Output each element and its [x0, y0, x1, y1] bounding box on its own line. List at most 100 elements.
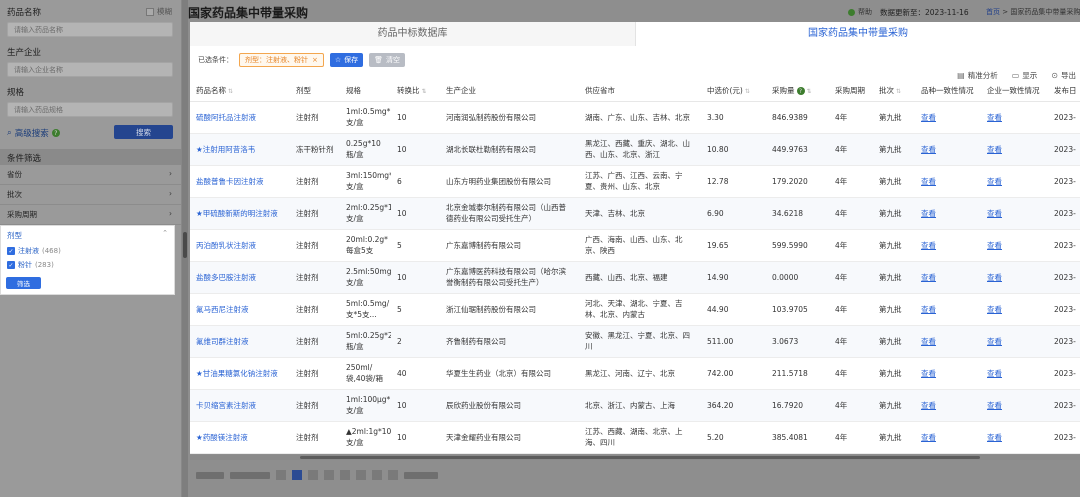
cell-variety[interactable]: 查看	[915, 325, 981, 358]
cell-variety[interactable]: 查看	[915, 389, 981, 422]
page-size-select[interactable]	[230, 471, 270, 479]
help-link[interactable]: 帮助	[848, 7, 872, 17]
table-horizontal-scrollbar[interactable]	[190, 455, 1080, 460]
chevron-up-icon[interactable]: ⌃	[162, 229, 168, 237]
cell-form: 注射剂	[290, 293, 340, 326]
cell-enterprise[interactable]: 查看	[981, 421, 1048, 454]
clear-button[interactable]: 🗑 清空	[369, 53, 406, 67]
column-header[interactable]: 采购量? ⇅	[766, 80, 829, 102]
close-icon[interactable]: ×	[312, 56, 318, 64]
checkbox-checked-icon[interactable]: ✓	[7, 261, 15, 269]
page-button[interactable]	[340, 470, 350, 480]
column-header[interactable]: 批次 ⇅	[873, 80, 915, 102]
cell-variety[interactable]: 查看	[915, 101, 981, 134]
page-button[interactable]	[356, 470, 366, 480]
cell-date: 2023-	[1048, 421, 1080, 454]
breadcrumb-home[interactable]: 首页	[986, 8, 1000, 16]
sidebar-scrollbar[interactable]	[182, 0, 188, 497]
cell-name[interactable]: 盐酸普鲁卡因注射液	[190, 165, 290, 198]
cell-name[interactable]: ★甘油果糖氯化钠注射液	[190, 357, 290, 390]
checkbox-checked-icon[interactable]: ✓	[7, 247, 15, 255]
cell-cycle: 4年	[829, 421, 873, 454]
cell-variety[interactable]: 查看	[915, 197, 981, 230]
option-injection[interactable]: ✓ 注射液 (468)	[7, 246, 61, 256]
cell-variety[interactable]: 查看	[915, 229, 981, 262]
cell-name[interactable]: 盐酸多巴胺注射液	[190, 261, 290, 294]
cell-enterprise[interactable]: 查看	[981, 133, 1048, 166]
cell-company: 广东嘉博医药科技有限公司（哈尔滨誉衡制药有限公司受托生产）	[440, 261, 579, 294]
cell-name[interactable]: 氟马西尼注射液	[190, 293, 290, 326]
tab-bid-database[interactable]: 药品中标数据库	[190, 22, 635, 46]
advanced-search-link[interactable]: ⌕ 高级搜索 ?	[7, 127, 60, 139]
scrollbar-thumb[interactable]	[183, 232, 187, 258]
option-label: 粉针	[18, 261, 32, 269]
cell-enterprise[interactable]: 查看	[981, 389, 1048, 422]
page-button[interactable]	[324, 470, 334, 480]
cell-name[interactable]: ★甲硫酸新斯的明注射液	[190, 197, 290, 230]
cell-name[interactable]: 硫酸阿托品注射液	[190, 101, 290, 134]
fuzzy-checkbox-box[interactable]	[146, 7, 154, 16]
cell-enterprise[interactable]: 查看	[981, 101, 1048, 134]
cell-spec: 1ml:100μg*10支/盒	[340, 389, 391, 422]
cell-variety[interactable]: 查看	[915, 165, 981, 198]
filter-row-cycle[interactable]: 采购周期 ›	[0, 205, 181, 225]
save-button[interactable]: ☆ 保存	[329, 53, 364, 67]
cell-variety[interactable]: 查看	[915, 357, 981, 390]
cell-spec: 3ml:150mg*6支/盒	[340, 165, 391, 198]
cell-enterprise[interactable]: 查看	[981, 261, 1048, 294]
cell-price: 364.20	[701, 389, 766, 422]
cell-enterprise[interactable]: 查看	[981, 357, 1048, 390]
cell-price: 12.78	[701, 165, 766, 198]
next-page-button[interactable]	[388, 470, 398, 480]
cell-enterprise[interactable]: 查看	[981, 325, 1048, 358]
column-header[interactable]: 药品名称 ⇅	[190, 80, 290, 102]
option-count: (468)	[42, 247, 61, 255]
cell-name[interactable]: 丙泊酚乳状注射液	[190, 229, 290, 262]
cell-spec: 250ml/袋,40袋/箱	[340, 357, 391, 390]
cell-enterprise[interactable]: 查看	[981, 293, 1048, 326]
cell-variety[interactable]: 查看	[915, 421, 981, 454]
sort-icon: ⇅	[421, 87, 427, 95]
cell-company: 湖北长联杜勒制药有限公司	[440, 133, 579, 166]
cell-enterprise[interactable]: 查看	[981, 165, 1048, 198]
filter-row-batch[interactable]: 批次 ›	[0, 185, 181, 205]
cell-price: 5.20	[701, 421, 766, 454]
cell-price: 742.00	[701, 357, 766, 390]
cell-cycle: 4年	[829, 261, 873, 294]
prev-page-button[interactable]	[276, 470, 286, 480]
cell-name[interactable]: 氟维司群注射液	[190, 325, 290, 358]
apply-filter-button[interactable]: 筛选	[6, 277, 41, 289]
cell-form: 注射剂	[290, 165, 340, 198]
option-count: (283)	[35, 261, 54, 269]
scrollbar-thumb[interactable]	[300, 456, 980, 459]
cell-variety[interactable]: 查看	[915, 261, 981, 294]
column-header[interactable]: 中选价(元) ⇅	[701, 80, 766, 102]
search-button[interactable]: 搜索	[114, 125, 173, 139]
help-label: 帮助	[858, 8, 872, 16]
spec-input[interactable]	[7, 102, 173, 117]
help-question-icon: ?	[51, 129, 60, 137]
pagination	[196, 470, 438, 480]
cell-name[interactable]: 卡贝缩宫素注射液	[190, 389, 290, 422]
page-button[interactable]	[308, 470, 318, 480]
page-button[interactable]	[372, 470, 382, 480]
column-header[interactable]: 转换比 ⇅	[391, 80, 440, 102]
fuzzy-checkbox[interactable]: 模糊	[146, 6, 172, 17]
cell-name[interactable]: ★注射用阿昔洛韦	[190, 133, 290, 166]
cell-enterprise[interactable]: 查看	[981, 229, 1048, 262]
cell-volume: 16.7920	[766, 389, 829, 422]
selected-tag[interactable]: 剂型：注射液、粉针 ×	[239, 53, 324, 67]
cell-variety[interactable]: 查看	[915, 293, 981, 326]
drug-name-input[interactable]	[7, 22, 173, 37]
cell-name[interactable]: ★药酸镁注射液	[190, 421, 290, 454]
page-jump[interactable]	[404, 471, 438, 479]
company-input[interactable]	[7, 62, 173, 77]
cell-enterprise[interactable]: 查看	[981, 197, 1048, 230]
cell-company: 齐鲁制药有限公司	[440, 325, 579, 358]
filter-row-province[interactable]: 省份 ›	[0, 165, 181, 185]
cell-provinces: 北京、浙江、内蒙古、上海	[579, 389, 701, 422]
tab-national-procurement[interactable]: 国家药品集中带量采购	[635, 22, 1080, 46]
cell-variety[interactable]: 查看	[915, 133, 981, 166]
page-button-current[interactable]	[292, 470, 302, 480]
option-powder[interactable]: ✓ 粉针 (283)	[7, 260, 54, 270]
